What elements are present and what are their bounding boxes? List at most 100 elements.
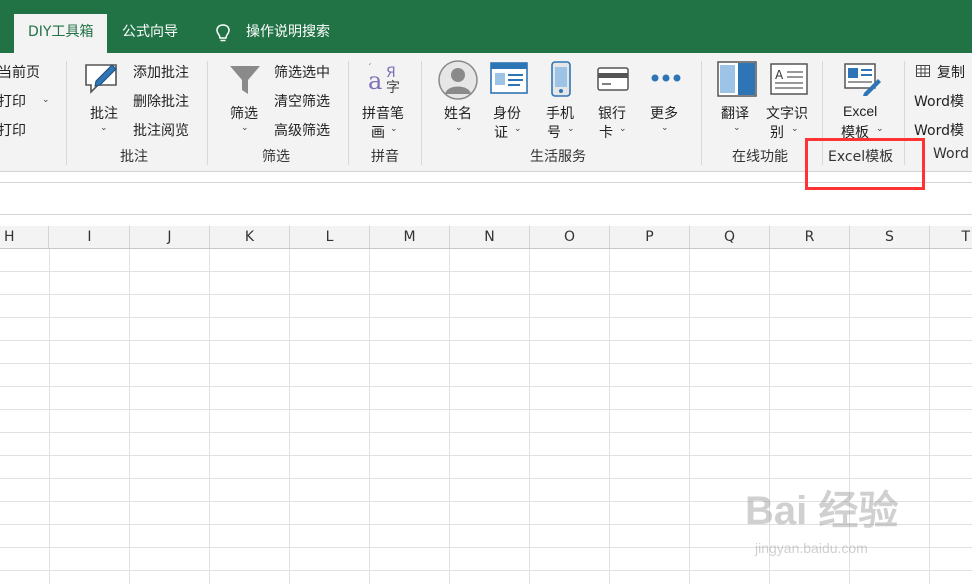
grid-line: [689, 249, 690, 584]
review-comments-button[interactable]: 批注阅览: [133, 120, 189, 140]
id-card-button[interactable]: 身份: [493, 103, 521, 123]
column-header-j[interactable]: J: [130, 226, 210, 248]
chevron-down-icon: ⌄: [567, 124, 575, 134]
group-label-comments: 批注: [120, 149, 148, 165]
watermark-logo-text: Bai 经验: [745, 489, 899, 533]
column-header-p[interactable]: P: [610, 226, 690, 248]
tab-search[interactable]: 操作说明搜索: [246, 14, 330, 53]
clear-filter-button[interactable]: 清空筛选: [274, 91, 330, 111]
column-header-k[interactable]: K: [210, 226, 290, 248]
svg-text:a: a: [368, 67, 382, 95]
bank-card-button[interactable]: 银行: [598, 103, 626, 123]
column-header-i[interactable]: I: [50, 226, 130, 248]
column-header-n[interactable]: N: [450, 226, 530, 248]
excel-template-button[interactable]: Excel: [843, 103, 877, 119]
highlight-box: [805, 138, 925, 190]
grid-line: [529, 249, 530, 584]
grid-line: [0, 386, 972, 387]
print-button-b[interactable]: 打印: [0, 120, 26, 140]
grid-line: [609, 249, 610, 584]
grid-line: [209, 249, 210, 584]
column-header-q[interactable]: Q: [690, 226, 770, 248]
chevron-down-icon: ⌄: [661, 123, 669, 133]
chevron-down-icon: ⌄: [514, 124, 522, 134]
grid-line: [369, 249, 370, 584]
chevron-down-icon: ⌄: [100, 123, 108, 133]
comment-pen-icon: [85, 64, 117, 94]
id-card-button-line2: 证: [494, 125, 508, 141]
pinyin-icon: a ́ Я 字: [368, 62, 400, 95]
copy-table-icon: [916, 65, 930, 77]
more-dots-icon: [651, 74, 681, 82]
comment-button[interactable]: 批注: [90, 103, 118, 123]
text-recognition-button-line2: 别: [770, 125, 784, 141]
grid-line: [0, 455, 972, 456]
column-header-l[interactable]: L: [290, 226, 370, 248]
add-comment-button[interactable]: 添加批注: [133, 62, 189, 82]
grid-line: [49, 249, 50, 584]
chevron-down-icon: ⌄: [455, 123, 463, 133]
text-recognition-button[interactable]: 文字识: [766, 103, 808, 123]
grid-line: [0, 570, 972, 571]
column-header-s[interactable]: S: [850, 226, 930, 248]
filter-button[interactable]: 筛选: [230, 103, 258, 123]
id-card-icon: [490, 62, 528, 94]
pinyin-stroke-button-line2: 画: [371, 125, 385, 141]
copy-button[interactable]: 复制: [937, 62, 965, 82]
grid-line: [0, 340, 972, 341]
pinyin-stroke-button[interactable]: 拼音笔: [362, 103, 404, 123]
excel-template-icon: [844, 63, 881, 96]
svg-text:Я: Я: [386, 65, 396, 81]
more-button[interactable]: 更多: [650, 103, 678, 123]
phone-button-line2: 号: [547, 125, 561, 141]
group-label-word: Word: [933, 146, 969, 162]
text-recognition-icon: A: [770, 63, 808, 95]
chevron-down-icon: ⌄: [241, 123, 249, 133]
group-label-filter: 筛选: [262, 149, 290, 165]
grid-line: [0, 294, 972, 295]
advanced-filter-button[interactable]: 高级筛选: [274, 120, 330, 140]
filter-selected-button[interactable]: 筛选选中: [274, 62, 330, 82]
tab-formula-wizard[interactable]: 公式向导: [122, 14, 178, 53]
chevron-down-icon: ⌄: [390, 124, 398, 134]
chevron-down-icon: ⌄: [619, 124, 627, 134]
print-button-a[interactable]: 打印: [0, 91, 26, 111]
grid-line: [129, 249, 130, 584]
word-template-button-b[interactable]: Word模: [914, 120, 964, 140]
column-header-r[interactable]: R: [770, 226, 850, 248]
lightbulb-icon: [216, 24, 230, 42]
group-label-online: 在线功能: [732, 149, 788, 165]
translate-button[interactable]: 翻译: [721, 103, 749, 123]
divider: [348, 61, 349, 165]
translate-icon: [717, 61, 757, 97]
column-header-o[interactable]: O: [530, 226, 610, 248]
group-label-life-services: 生活服务: [530, 149, 586, 165]
name-button[interactable]: 姓名: [444, 103, 472, 123]
chevron-down-icon: ⌄: [733, 123, 741, 133]
svg-text:́: ́: [368, 62, 372, 64]
tab-diy-toolbox[interactable]: DIY工具箱: [14, 14, 108, 53]
phone-button[interactable]: 手机: [546, 103, 574, 123]
divider: [66, 61, 67, 165]
chevron-down-icon: ⌄: [791, 124, 799, 134]
word-template-button-a[interactable]: Word模: [914, 91, 964, 111]
current-page-button[interactable]: 当前页: [0, 62, 40, 82]
grid-line: [0, 317, 972, 318]
svg-text:字: 字: [386, 80, 400, 95]
column-header-h[interactable]: H: [0, 226, 49, 248]
column-header-m[interactable]: M: [370, 226, 450, 248]
svg-text:A: A: [775, 68, 784, 82]
bank-card-icon: [597, 67, 629, 91]
grid-line: [0, 432, 972, 433]
column-headers: H I J K L M N O P Q R S T: [0, 226, 972, 249]
grid-line: [449, 249, 450, 584]
baidu-watermark: Bai 经验 jingyan.baidu.com: [745, 478, 925, 568]
filter-funnel-icon: [230, 66, 260, 94]
divider: [207, 61, 208, 165]
chevron-down-icon: ⌄: [42, 95, 50, 105]
grid-line: [0, 363, 972, 364]
delete-comment-button[interactable]: 删除批注: [133, 91, 189, 111]
divider: [421, 61, 422, 165]
column-header-t[interactable]: T: [930, 226, 972, 248]
chevron-down-icon: ⌄: [876, 124, 884, 134]
